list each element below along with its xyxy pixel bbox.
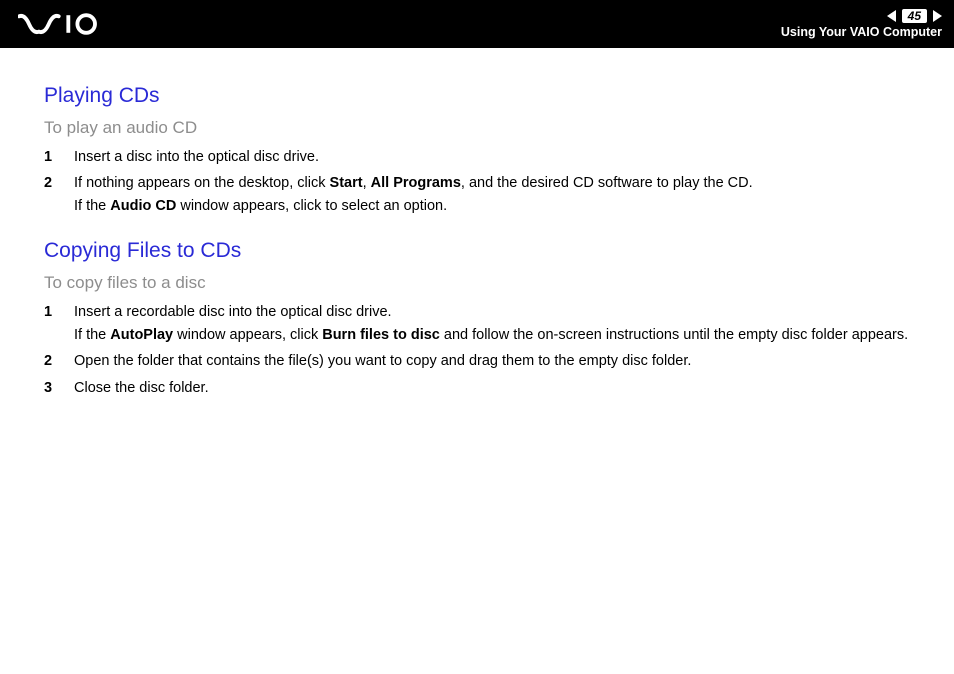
page-navigator: 45: [887, 9, 942, 23]
bold-text: Burn files to disc: [322, 327, 440, 343]
step-text: Insert a disc into the optical disc driv…: [74, 149, 319, 165]
step-text: Open the folder that contains the file(s…: [74, 353, 691, 369]
list-item: Close the disc folder.: [44, 377, 928, 399]
copy-steps-list: Insert a recordable disc into the optica…: [44, 301, 928, 399]
header-subtitle: Using Your VAIO Computer: [781, 25, 942, 39]
subsection-title-copy-files: To copy files to a disc: [44, 273, 928, 293]
bold-text: All Programs: [371, 175, 461, 191]
bold-text: Audio CD: [110, 198, 176, 214]
list-item: Insert a disc into the optical disc driv…: [44, 146, 928, 168]
page-content: Playing CDs To play an audio CD Insert a…: [0, 48, 954, 399]
step-text: If the: [74, 198, 110, 214]
header-bar: 45 Using Your VAIO Computer: [0, 0, 954, 48]
step-text: If nothing appears on the desktop, click: [74, 175, 330, 191]
section-title-copying: Copying Files to CDs: [44, 239, 928, 263]
page-number: 45: [902, 9, 927, 23]
play-steps-list: Insert a disc into the optical disc driv…: [44, 146, 928, 217]
header-right: 45 Using Your VAIO Computer: [781, 9, 942, 39]
step-text: and follow the on-screen instructions un…: [440, 327, 908, 343]
step-text: ,: [363, 175, 371, 191]
bold-text: Start: [330, 175, 363, 191]
step-text: Close the disc folder.: [74, 380, 209, 396]
prev-page-icon[interactable]: [887, 10, 896, 22]
bold-text: AutoPlay: [110, 327, 173, 343]
step-text: , and the desired CD software to play th…: [461, 175, 753, 191]
step-text: window appears, click to select an optio…: [176, 198, 447, 214]
step-text: Insert a recordable disc into the optica…: [74, 304, 392, 320]
next-page-icon[interactable]: [933, 10, 942, 22]
step-text: window appears, click: [173, 327, 322, 343]
list-item: Insert a recordable disc into the optica…: [44, 301, 928, 346]
vaio-logo: [18, 0, 128, 48]
list-item: If nothing appears on the desktop, click…: [44, 172, 928, 217]
list-item: Open the folder that contains the file(s…: [44, 350, 928, 372]
subsection-title-play-audio: To play an audio CD: [44, 118, 928, 138]
section-title-playing: Playing CDs: [44, 84, 928, 108]
step-text: If the: [74, 327, 110, 343]
